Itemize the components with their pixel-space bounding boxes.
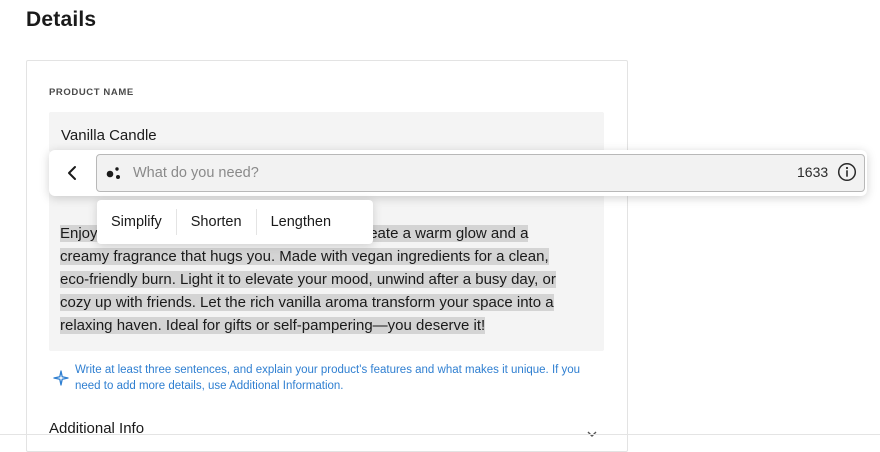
lengthen-button[interactable]: Lengthen <box>257 209 345 235</box>
ai-assist-bar: 1633 <box>49 150 867 196</box>
character-count: 1633 <box>797 164 829 180</box>
bottom-divider <box>0 434 880 435</box>
suggestion-menu: Simplify Shorten Lengthen <box>97 200 373 244</box>
description-line: creamy fragrance that hugs you. Made wit… <box>60 248 549 265</box>
ai-dots-icon <box>106 167 120 179</box>
product-name-label: PRODUCT NAME <box>49 87 134 98</box>
sparkle-icon <box>53 370 69 386</box>
shorten-button[interactable]: Shorten <box>177 209 256 235</box>
back-button[interactable] <box>57 158 87 188</box>
product-name-field[interactable]: Vanilla Candle <box>49 112 604 152</box>
simplify-button[interactable]: Simplify <box>97 209 176 235</box>
chevron-left-icon <box>68 166 76 180</box>
description-line-start: Enjoy <box>60 225 98 242</box>
ai-prompt-field[interactable]: 1633 <box>96 154 865 192</box>
description-line: eco-friendly burn. Light it to elevate y… <box>60 271 556 288</box>
page-title: Details <box>26 8 97 31</box>
description-line: relaxing haven. Ideal for gifts or self-… <box>60 317 486 334</box>
details-card: PRODUCT NAME Vanilla Candle Enjoy e to cr… <box>26 60 628 452</box>
description-line: cozy up with friends. Let the rich vanil… <box>60 294 554 311</box>
product-name-value: Vanilla Candle <box>61 127 157 144</box>
hint-text: Write at least three sentences, and expl… <box>75 364 581 392</box>
info-icon[interactable] <box>837 162 857 182</box>
ai-prompt-input[interactable] <box>131 155 735 191</box>
